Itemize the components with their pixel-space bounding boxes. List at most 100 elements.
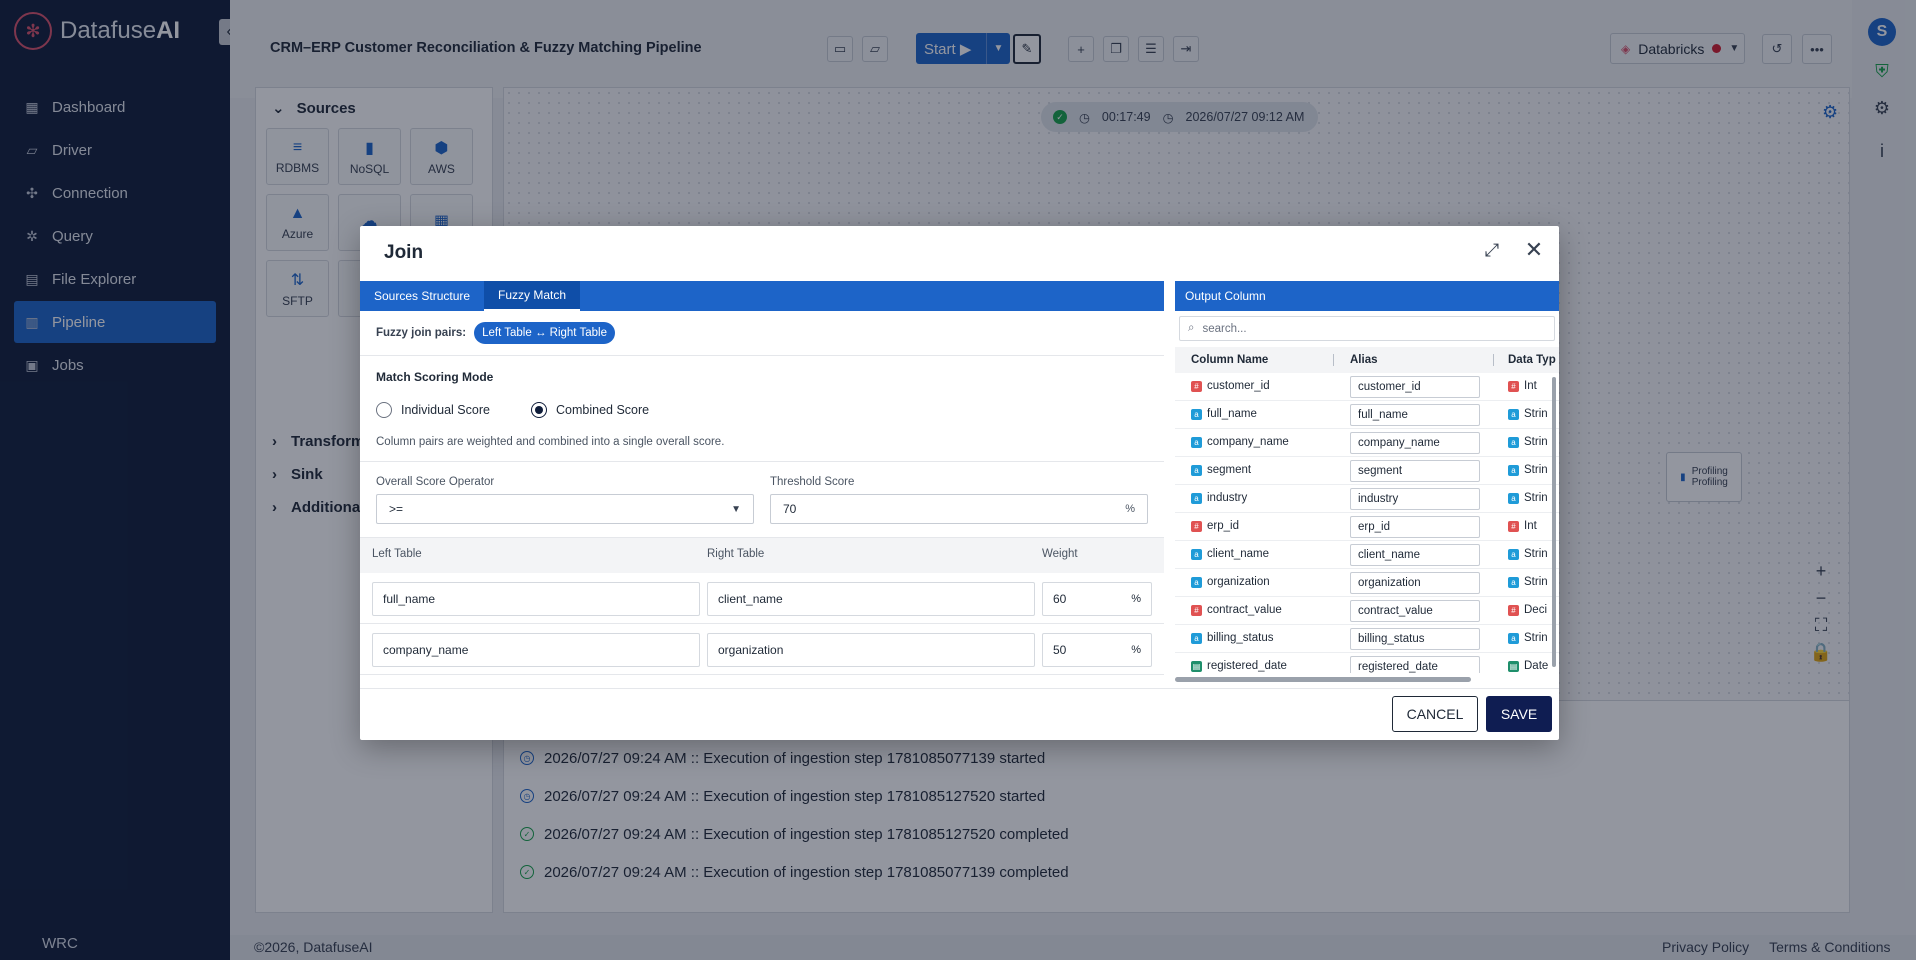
combined-score-radio[interactable]: Combined Score [531,402,649,418]
pairs-header: Left Table Right Table Weight [360,538,1164,573]
search-placeholder: search... [1202,322,1247,335]
output-row: a full_name full_name a Strin [1175,401,1559,429]
radio-dot[interactable] [531,402,547,418]
string-type-icon: a [1191,493,1202,504]
alias-input[interactable]: company_name [1350,432,1480,454]
string-type-icon: a [1191,465,1202,476]
expand-icon[interactable]: ⤢ [1480,238,1504,262]
data-type-label: Deci [1524,604,1548,616]
radio-dot[interactable] [376,402,392,418]
fuzzy-pairs-label: Fuzzy join pairs: [376,327,467,339]
column-name: registered_date [1207,660,1287,672]
string-type-icon: a [1508,464,1519,476]
data-type: a Strin [1508,492,1548,504]
threshold-value: 70 [783,502,797,516]
column-divider[interactable] [1333,354,1334,366]
threshold-label: Threshold Score [770,476,855,488]
alias-input[interactable]: registered_date [1350,656,1480,673]
data-type: a Strin [1508,632,1548,644]
data-type-label: Strin [1524,632,1548,644]
alias-input[interactable]: customer_id [1350,376,1480,398]
column-name: full_name [1207,408,1257,420]
string-type-icon: a [1191,409,1202,420]
alias-input[interactable]: contract_value [1350,600,1480,622]
scoring-hint: Column pairs are weighted and combined i… [376,436,725,448]
cancel-button[interactable]: CANCEL [1392,696,1478,732]
left-column-select[interactable]: full_name [372,582,700,616]
output-columns-header: Column Name Alias Data Typ [1175,347,1559,373]
horizontal-scrollbar[interactable] [1175,677,1471,682]
search-icon: ⌕ [1188,322,1195,334]
weight-value: 50 [1053,643,1067,657]
alias-header: Alias [1350,354,1378,366]
pair-chip[interactable]: Left Table ↔ Right Table [474,322,615,344]
data-type: # Deci [1508,604,1547,616]
output-row: a client_name client_name a Strin [1175,541,1559,569]
data-type: ▤ Date [1508,660,1548,672]
alias-input[interactable]: segment [1350,460,1480,482]
save-button[interactable]: SAVE [1486,696,1552,732]
output-row: a segment segment a Strin [1175,457,1559,485]
alias-input[interactable]: industry [1350,488,1480,510]
dialog-tabs: Sources Structure Fuzzy Match [360,281,1164,311]
operator-value: >= [389,502,404,516]
column-name: client_name [1207,548,1270,560]
alias-input[interactable]: full_name [1350,404,1480,426]
date-type-icon: ▤ [1191,661,1202,672]
output-row: a billing_status billing_status a Strin [1175,625,1559,653]
output-row: # erp_id erp_id # Int [1175,513,1559,541]
threshold-section: Overall Score Operator >= ▼ Threshold Sc… [360,462,1164,538]
vertical-scrollbar[interactable] [1552,377,1556,667]
percent-suffix: % [1125,503,1135,515]
right-table-header: Right Table [707,548,765,560]
right-column-select[interactable]: organization [707,633,1035,667]
output-rows: # customer_id customer_id # Int a full_name ful… [1175,373,1559,673]
alias-input[interactable]: organization [1350,572,1480,594]
output-column-header: Output Column [1175,281,1559,311]
data-type-label: Int [1524,380,1537,392]
weight-input[interactable]: 50% [1042,633,1152,667]
operator-select[interactable]: >= ▼ [376,494,754,524]
weight-header: Weight [1042,548,1078,560]
right-column-select[interactable]: client_name [707,582,1035,616]
data-type-label: Strin [1524,548,1548,560]
threshold-input[interactable]: 70 % [770,494,1148,524]
string-type-icon: a [1508,548,1519,560]
alias-input[interactable]: billing_status [1350,628,1480,650]
string-type-icon: a [1191,437,1202,448]
alias-input[interactable]: erp_id [1350,516,1480,538]
string-type-icon: a [1508,408,1519,420]
pair-row: full_name client_name 60% [360,573,1164,624]
data-type-label: Strin [1524,464,1548,476]
data-type-label: Date [1524,660,1549,672]
output-row: ▤ registered_date registered_date ▤ Date [1175,653,1559,673]
scoring-mode-section: Match Scoring Mode Individual Score Comb… [360,356,1164,462]
left-column-select[interactable]: company_name [372,633,700,667]
number-type-icon: # [1508,380,1519,392]
column-name: company_name [1207,436,1289,448]
number-type-icon: # [1508,520,1519,532]
data-type: a Strin [1508,548,1548,560]
data-type: # Int [1508,520,1537,532]
output-row: a organization organization a Strin [1175,569,1559,597]
percent-suffix: % [1131,644,1141,656]
output-search-input[interactable]: ⌕ search... [1179,316,1555,341]
column-name: segment [1207,464,1252,476]
data-type-label: Strin [1524,408,1548,420]
data-type-label: Strin [1524,492,1548,504]
chevron-down-icon: ▼ [731,503,741,515]
string-type-icon: a [1508,576,1519,588]
column-name: customer_id [1207,380,1270,392]
number-type-icon: # [1191,605,1202,616]
output-column-pane: Output Column ⌕ search... Column Name Al… [1175,281,1559,688]
weight-input[interactable]: 60% [1042,582,1152,616]
number-type-icon: # [1508,604,1519,616]
alias-input[interactable]: client_name [1350,544,1480,566]
individual-score-radio[interactable]: Individual Score [376,402,490,418]
close-icon[interactable]: ✕ [1522,237,1546,262]
data-type: a Strin [1508,576,1548,588]
column-divider[interactable] [1493,354,1494,366]
tab-fuzzy-match[interactable]: Fuzzy Match [484,281,581,311]
data-type: # Int [1508,380,1537,392]
tab-sources-structure[interactable]: Sources Structure [360,281,484,311]
